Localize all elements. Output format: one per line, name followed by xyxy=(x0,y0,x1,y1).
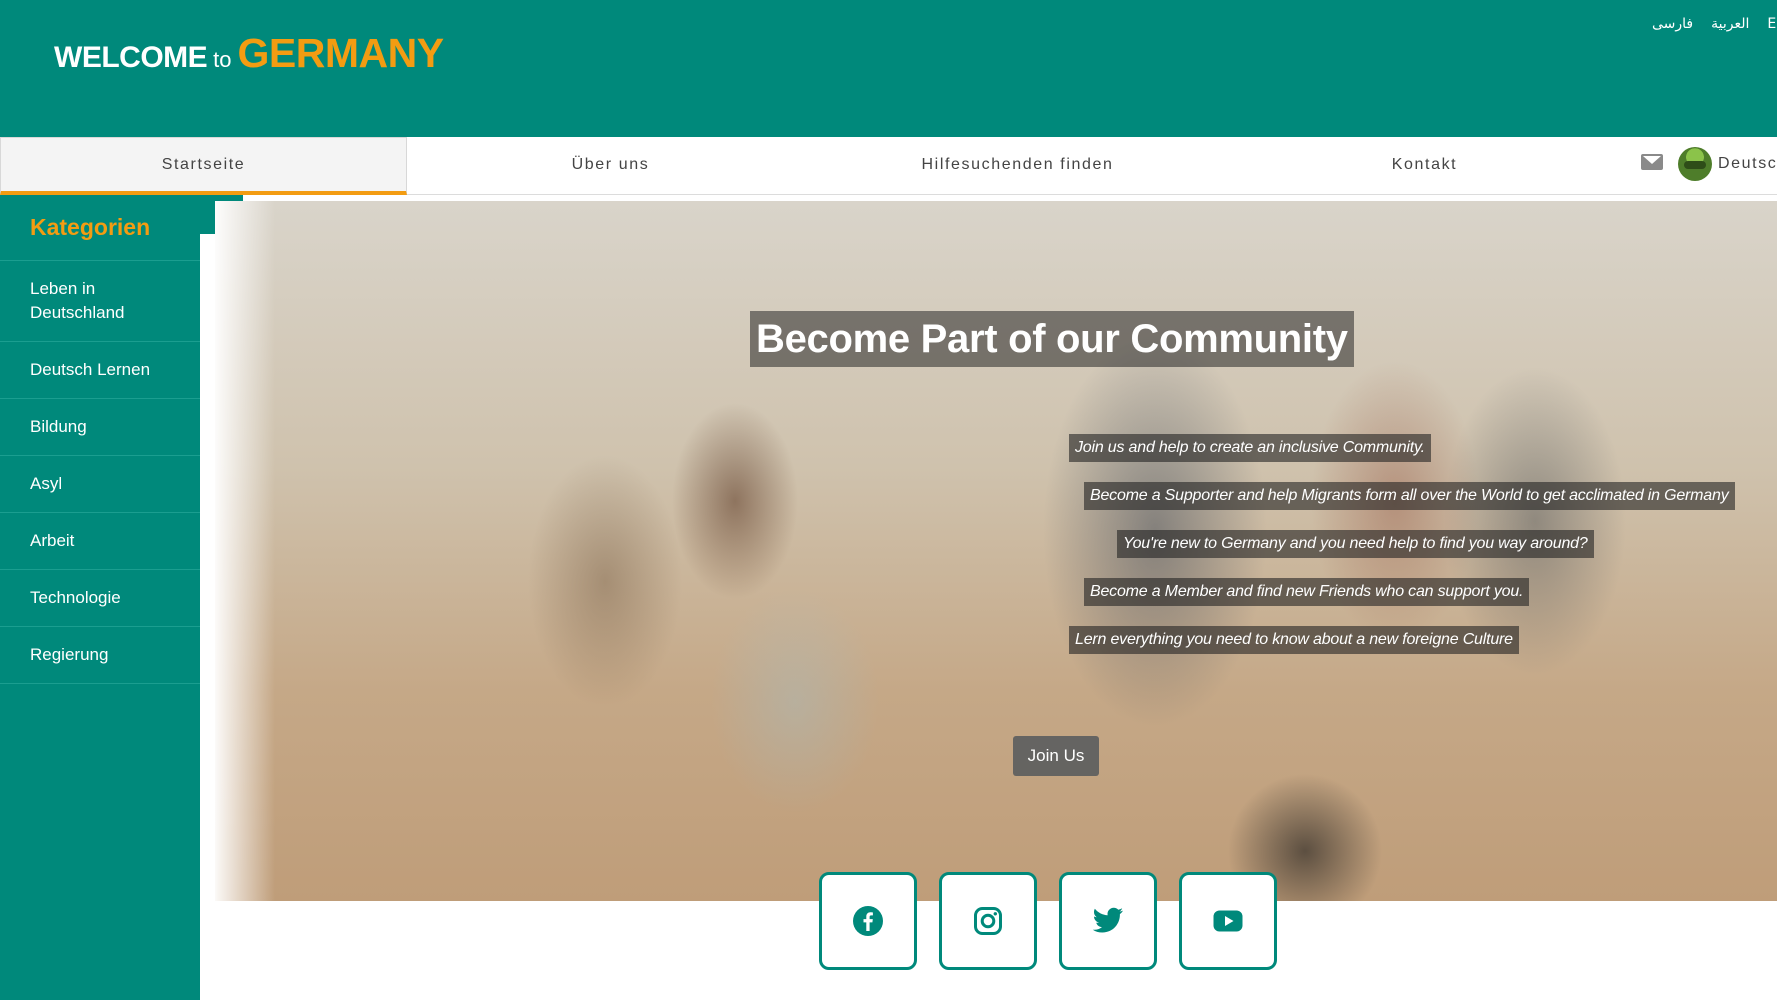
sidebar-item-regierung[interactable]: Regierung xyxy=(0,627,200,684)
logo-welcome: WELCOME xyxy=(54,41,208,74)
youtube-icon xyxy=(1213,910,1243,932)
nav-item-ueber-uns[interactable]: Über uns xyxy=(407,137,814,193)
site-header: WELCOMEtoGERMANY فارسی العربية En xyxy=(0,0,1777,137)
lang-link-arabic[interactable]: العربية xyxy=(1711,16,1749,32)
twitter-button[interactable] xyxy=(1059,872,1157,970)
sidebar-item-deutsch-lernen[interactable]: Deutsch Lernen xyxy=(0,342,200,399)
hero-line-4: Become a Member and find new Friends who… xyxy=(1084,578,1530,606)
hero-banner: Become Part of our Community Join us and… xyxy=(215,201,1777,901)
instagram-icon xyxy=(974,907,1002,935)
twitter-icon xyxy=(1092,907,1123,933)
instagram-button[interactable] xyxy=(939,872,1037,970)
nav-language-selector[interactable]: Deutsc xyxy=(1718,155,1777,173)
nav-item-kontakt[interactable]: Kontakt xyxy=(1221,137,1628,193)
sidebar-item-technologie[interactable]: Technologie xyxy=(0,570,200,627)
nav-item-startseite[interactable]: Startseite xyxy=(0,137,407,195)
sidebar-item-bildung[interactable]: Bildung xyxy=(0,399,200,456)
logo-to: to xyxy=(213,47,232,72)
sidebar-title: Kategorien xyxy=(0,195,200,261)
language-switcher: فارسی العربية En xyxy=(1652,16,1777,32)
hero-line-5: Lern everything you need to know about a… xyxy=(1069,626,1519,654)
logo-country: GERMANY xyxy=(237,30,445,76)
main-nav: Startseite Über uns Hilfesuchenden finde… xyxy=(0,137,1777,195)
category-sidebar: Kategorien Leben in Deutschland Deutsch … xyxy=(0,195,200,1000)
hero-image-fade xyxy=(215,201,275,901)
facebook-icon xyxy=(853,906,883,936)
lang-link-english[interactable]: En xyxy=(1767,16,1777,32)
site-logo[interactable]: WELCOME to GERMANY xyxy=(54,30,444,77)
sidebar-item-leben-in-deutschland[interactable]: Leben in Deutschland xyxy=(0,261,200,342)
hero-line-2: Become a Supporter and help Migrants for… xyxy=(1084,482,1735,510)
avatar[interactable] xyxy=(1678,147,1712,181)
lang-link-farsi[interactable]: فارسی xyxy=(1652,16,1693,32)
nav-item-hilfesuchenden-finden[interactable]: Hilfesuchenden finden xyxy=(814,137,1221,193)
youtube-button[interactable] xyxy=(1179,872,1277,970)
sidebar-item-arbeit[interactable]: Arbeit xyxy=(0,513,200,570)
hero-line-1: Join us and help to create an inclusive … xyxy=(1069,434,1431,462)
join-us-button[interactable]: Join Us xyxy=(1013,736,1099,776)
mail-icon[interactable] xyxy=(1641,154,1663,170)
facebook-button[interactable] xyxy=(819,872,917,970)
hero-title: Become Part of our Community xyxy=(750,311,1354,367)
hero-line-3: You're new to Germany and you need help … xyxy=(1117,530,1594,558)
sidebar-item-asyl[interactable]: Asyl xyxy=(0,456,200,513)
